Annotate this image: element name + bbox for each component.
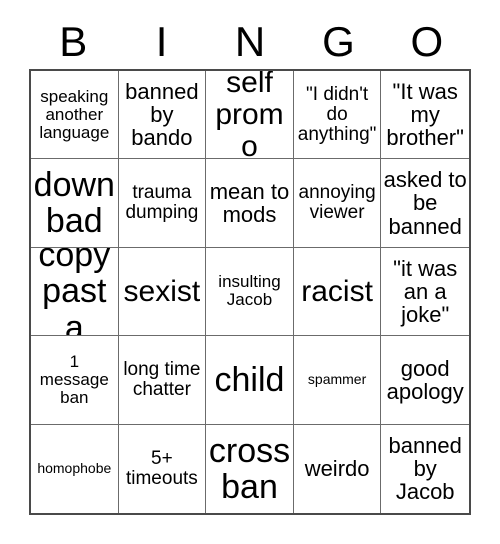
bingo-cell-r3c4[interactable]: racist: [293, 247, 382, 337]
bingo-cell-r1c1[interactable]: speaking another language: [31, 71, 119, 160]
bingo-cell-r4c3[interactable]: child: [206, 336, 294, 425]
bingo-cell-r3c3[interactable]: insulting Jacob: [206, 247, 294, 337]
bingo-cell-r4c4[interactable]: spammer: [293, 336, 382, 425]
bingo-cell-r4c5[interactable]: good apology: [381, 336, 469, 425]
bingo-cell-label: trauma dumping: [125, 181, 199, 224]
bingo-cell-r1c2[interactable]: banned by bando: [118, 71, 207, 160]
bingo-cell-r1c4[interactable]: "I didn't do anything": [293, 71, 382, 160]
bingo-header-letter-o: O: [410, 18, 444, 65]
bingo-header-letter-n: N: [234, 18, 266, 65]
bingo-cell-label: spammer: [307, 371, 367, 388]
bingo-cell-label: down bad: [33, 166, 115, 241]
bingo-cell-label: racist: [301, 274, 373, 308]
bingo-cell-label: weirdo: [304, 456, 370, 482]
bingo-cell-r2c2[interactable]: trauma dumping: [118, 159, 207, 248]
bingo-cell-label: speaking another language: [39, 86, 110, 142]
bingo-cell-label: sexist: [123, 274, 201, 308]
bingo-cell-label: "I didn't do anything": [297, 83, 377, 145]
bingo-cell-label: mean to mods: [209, 178, 290, 228]
bingo-cell-r3c1[interactable]: copy pasta: [31, 247, 119, 337]
bingo-cell-label: long time chatter: [123, 358, 201, 400]
bingo-cell-r5c1[interactable]: homophobe: [31, 424, 119, 513]
bingo-header-letter-i: I: [155, 18, 168, 65]
bingo-cell-label: asked to be banned: [383, 167, 467, 239]
bingo-cell-label: banned by Jacob: [388, 432, 462, 505]
bingo-cell-label: insulting Jacob: [218, 272, 281, 310]
bingo-header-letter-b: B: [59, 18, 88, 65]
bingo-cell-label: cross ban: [208, 431, 291, 506]
bingo-cell-label: banned by bando: [125, 78, 199, 151]
bingo-header-row: B I N G O: [29, 16, 471, 68]
bingo-cell-label: child: [214, 360, 285, 399]
bingo-cell-r2c5[interactable]: asked to be banned: [381, 159, 469, 248]
bingo-cell-r5c4[interactable]: weirdo: [293, 424, 382, 513]
bingo-grid: speaking another language banned by bando…: [29, 69, 471, 515]
bingo-card: B I N G O speaking another language banne…: [0, 0, 500, 544]
bingo-cell-label: annoying viewer: [298, 181, 376, 224]
bingo-cell-r5c2[interactable]: 5+ timeouts: [118, 424, 207, 513]
bingo-cell-r3c5[interactable]: "it was an a joke": [381, 247, 469, 337]
bingo-cell-r2c1[interactable]: down bad: [31, 159, 119, 248]
bingo-cell-label: good apology: [386, 355, 464, 404]
bingo-cell-r4c2[interactable]: long time chatter: [118, 336, 207, 425]
bingo-cell-r2c3[interactable]: mean to mods: [206, 159, 294, 248]
bingo-cell-r1c3[interactable]: self promo: [206, 71, 294, 160]
bingo-cell-r3c2[interactable]: sexist: [118, 247, 207, 337]
bingo-cell-label: self promo: [215, 71, 284, 160]
bingo-cell-label: "it was an a joke": [393, 255, 458, 328]
bingo-cell-label: "It was my brother": [386, 78, 464, 151]
bingo-cell-r5c3[interactable]: cross ban: [206, 424, 294, 513]
bingo-cell-label: 1 message ban: [39, 351, 109, 407]
bingo-cell-label: homophobe: [37, 460, 112, 477]
bingo-cell-r1c5[interactable]: "It was my brother": [381, 71, 469, 160]
bingo-header-letter-g: G: [322, 18, 355, 65]
bingo-cell-r4c1[interactable]: 1 message ban: [31, 336, 119, 425]
bingo-cell-label: 5+ timeouts: [125, 447, 198, 489]
bingo-cell-r5c5[interactable]: banned by Jacob: [381, 424, 469, 513]
bingo-cell-r2c4[interactable]: annoying viewer: [293, 159, 382, 248]
bingo-cell-label: copy pasta: [38, 247, 111, 337]
